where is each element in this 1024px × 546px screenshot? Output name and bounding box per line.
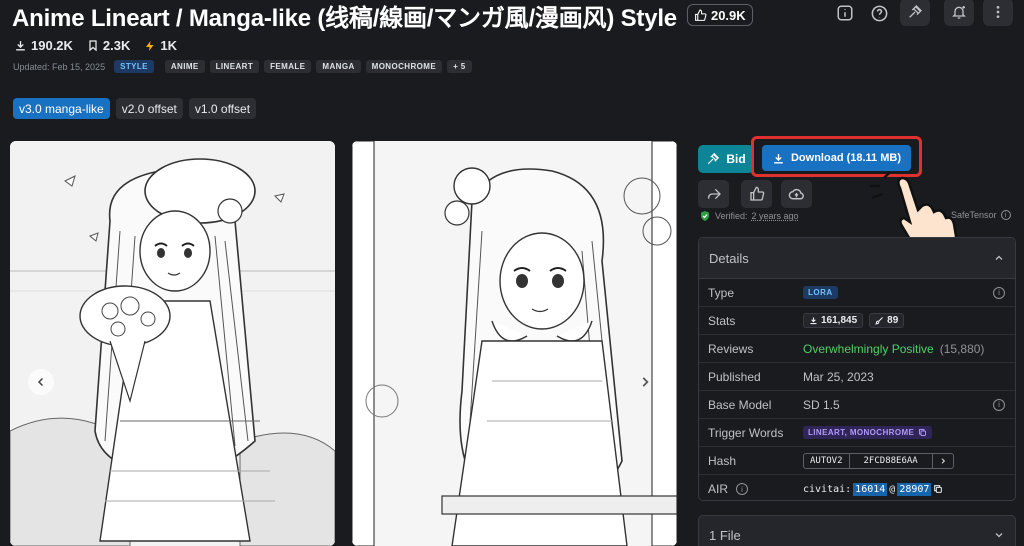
bookmark-icon	[89, 40, 97, 52]
bid-button[interactable]: Bid	[698, 145, 754, 173]
hash-value[interactable]: 2FCD88E6AA	[848, 453, 932, 468]
info-icon[interactable]: i	[736, 483, 749, 495]
info-icon[interactable]: i	[993, 286, 1005, 299]
gavel-icon	[708, 152, 720, 165]
review-button[interactable]	[741, 180, 772, 208]
detail-row-air: AIR i civitai: 16014 @ 28907	[699, 475, 1015, 503]
chevron-right-icon	[642, 377, 649, 387]
detail-row-published: Published Mar 25, 2023	[699, 363, 1015, 391]
type-tag[interactable]: STYLE	[114, 60, 154, 73]
files-title: 1 File	[709, 527, 741, 543]
hash-algo[interactable]: AUTOV2	[804, 454, 849, 468]
version-tabs: v3.0 manga-like v2.0 offset v1.0 offset	[13, 98, 257, 119]
cloud-upload-button[interactable]	[781, 180, 812, 208]
detail-row-trigger-words: Trigger Words LINEART, MONOCHROME	[699, 419, 1015, 447]
cloud-lock-icon	[788, 188, 804, 199]
shield-check-icon	[701, 211, 709, 221]
bolt-icon	[146, 40, 154, 51]
illustration-girl-window	[352, 141, 677, 546]
hash-next-button[interactable]	[931, 453, 953, 468]
share-icon	[707, 188, 721, 200]
gallery-image-2[interactable]	[352, 141, 677, 546]
stat-downloads: 190.2K	[14, 38, 73, 53]
gallery-prev-button[interactable]	[28, 369, 54, 395]
download-icon	[16, 41, 25, 51]
details-title: Details	[709, 250, 749, 266]
chevron-right-icon	[941, 457, 945, 464]
stats-row: 190.2K 2.3K 1K	[14, 38, 177, 53]
tag-more[interactable]: + 5	[447, 60, 472, 73]
info-icon[interactable]: i	[1000, 210, 1011, 220]
share-button[interactable]	[698, 180, 729, 208]
detail-row-type: Type LORA i	[699, 279, 1015, 307]
air-identifier[interactable]: civitai: 16014 @ 28907	[803, 482, 943, 496]
thumbs-up-icon	[695, 9, 707, 21]
detail-row-stats: Stats 161,845 89	[699, 307, 1015, 335]
tag-monochrome[interactable]: MONOCHROME	[365, 60, 443, 73]
gallery-image-1[interactable]	[10, 141, 335, 546]
tag-anime[interactable]: ANIME	[164, 60, 205, 73]
dots-vertical-icon	[996, 6, 1000, 18]
auction-button[interactable]	[900, 0, 930, 26]
detail-row-base-model: Base Model SD 1.5 i	[699, 391, 1015, 419]
review-count: (15,880)	[939, 341, 985, 356]
gavel-icon	[909, 5, 922, 18]
page-title: Anime Lineart / Manga-like (线稿/線画/マンガ風/漫…	[12, 4, 677, 32]
trigger-words-badge[interactable]: LINEART, MONOCHROME	[803, 426, 933, 439]
tag-manga[interactable]: MANGA	[316, 60, 361, 73]
question-icon	[871, 5, 887, 21]
info-button[interactable]	[830, 0, 860, 26]
thumbs-up-icon	[749, 186, 764, 201]
download-icon	[774, 153, 783, 164]
detail-row-hash: Hash AUTOV2 2FCD88E6AA	[699, 447, 1015, 475]
version-tab-v1[interactable]: v1.0 offset	[188, 98, 257, 119]
chevron-down-icon	[995, 533, 1003, 538]
info-icon	[837, 5, 853, 21]
chevron-up-icon	[995, 255, 1003, 260]
updated-date: Updated: Feb 15, 2025	[13, 61, 106, 72]
verified-row: Verified: 2 years ago	[699, 210, 799, 222]
illustration-girl-bouquet	[10, 141, 335, 546]
detail-row-reviews: Reviews Overwhelmingly Positive (15,880)	[699, 335, 1015, 363]
stat-downloads-pill: 161,845	[803, 313, 864, 328]
stat-buzz: 1K	[144, 38, 177, 53]
more-button[interactable]	[983, 0, 1013, 26]
gallery-next-button[interactable]	[632, 369, 658, 395]
download-icon	[810, 317, 817, 325]
like-button[interactable]: 20.9K	[686, 4, 753, 26]
chevron-left-icon	[37, 377, 44, 387]
verified-date[interactable]: 2 years ago	[752, 211, 799, 221]
copy-icon	[934, 485, 943, 493]
like-count: 20.9K	[710, 7, 746, 23]
stat-bookmarks: 2.3K	[87, 38, 130, 53]
tag-female[interactable]: FEMALE	[264, 60, 312, 73]
hash-box[interactable]: AUTOV2 2FCD88E6AA	[803, 452, 954, 469]
help-button[interactable]	[864, 0, 894, 26]
version-tab-v2[interactable]: v2.0 offset	[115, 98, 183, 119]
details-header[interactable]: Details	[699, 238, 1015, 279]
details-panel: Details Type LORA i Stats 161,845 89 Rev…	[698, 237, 1016, 501]
brush-icon	[875, 317, 884, 325]
bell-plus-icon	[952, 6, 966, 19]
meta-row: Updated: Feb 15, 2025 STYLE ANIME LINEAR…	[13, 60, 472, 73]
stat-generations-pill: 89	[869, 313, 905, 328]
copy-icon	[919, 429, 927, 436]
tag-lineart[interactable]: LINEART	[209, 60, 260, 73]
files-panel-header[interactable]: 1 File	[698, 515, 1016, 546]
version-tab-v3[interactable]: v3.0 manga-like	[13, 98, 110, 119]
notify-button[interactable]	[944, 0, 974, 26]
info-icon[interactable]: i	[993, 398, 1005, 411]
review-sentiment[interactable]: Overwhelmingly Positive	[803, 342, 934, 356]
type-badge: LORA	[803, 286, 838, 299]
